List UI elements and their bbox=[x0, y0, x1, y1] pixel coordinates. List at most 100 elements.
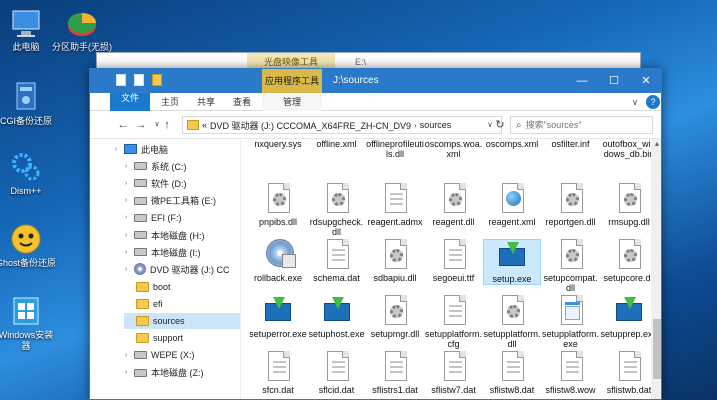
address-path[interactable]: « DVD 驱动器 (J:) CCCOMA_X64FRE_ZH-CN_DV9 ›… bbox=[182, 116, 502, 134]
new-folder-icon[interactable] bbox=[152, 74, 162, 86]
back-button[interactable]: ← bbox=[116, 117, 130, 133]
expand-chevron-icon[interactable]: › bbox=[122, 232, 130, 239]
nav-item[interactable]: › WEPE (X:) bbox=[122, 347, 240, 363]
nav-item[interactable]: boot bbox=[124, 279, 240, 295]
nav-item[interactable]: › EFI (F:) bbox=[122, 210, 240, 226]
file-item[interactable]: outofbox_windows_db.bin bbox=[600, 139, 658, 159]
expand-chevron-icon[interactable]: › bbox=[122, 369, 130, 376]
file-item[interactable]: setupcore.dll bbox=[600, 239, 658, 283]
nav-item[interactable]: › 微PE工具箱 (E:) bbox=[122, 193, 240, 209]
nav-item[interactable]: › 软件 (D:) bbox=[122, 175, 240, 191]
breadcrumb-overflow[interactable]: « bbox=[202, 120, 207, 130]
settings-file-icon bbox=[558, 183, 584, 215]
file-item[interactable]: reagent.admx bbox=[366, 183, 424, 227]
nav-item-label: boot bbox=[153, 281, 171, 292]
nav-item[interactable]: › 本地磁盘 (I:) bbox=[122, 244, 240, 260]
file-item[interactable]: offlineprofileutils.dll bbox=[366, 139, 424, 159]
file-item[interactable]: reagent.xml bbox=[483, 183, 541, 227]
file-item[interactable]: sflistw8.wow bbox=[542, 351, 600, 395]
desktop-icon[interactable]: Ghost备份还原 bbox=[0, 222, 56, 269]
file-item[interactable]: sflistw7.dat bbox=[425, 351, 483, 395]
file-item[interactable]: rmsupg.dll bbox=[600, 183, 658, 227]
file-item[interactable]: sflistrs1.dat bbox=[366, 351, 424, 395]
expand-chevron-icon[interactable]: › bbox=[122, 266, 130, 273]
file-item[interactable]: schema.dat bbox=[308, 239, 366, 283]
maximize-button[interactable]: ☐ bbox=[599, 69, 629, 93]
search-input[interactable] bbox=[525, 120, 646, 130]
tab-view[interactable]: 查看 bbox=[226, 93, 258, 111]
desktop-icon[interactable]: Dism++ bbox=[0, 150, 56, 197]
desktop-icon[interactable]: Windows安装器 bbox=[0, 294, 56, 352]
file-item[interactable]: nxquery.sys bbox=[249, 139, 307, 149]
expand-chevron-icon[interactable]: › bbox=[112, 146, 120, 153]
file-item[interactable]: offline.xml bbox=[308, 139, 366, 149]
expand-chevron-icon[interactable]: › bbox=[122, 352, 130, 359]
nav-item[interactable]: › 本地磁盘 (Z:) bbox=[122, 365, 240, 381]
up-button[interactable]: ↑ bbox=[160, 117, 174, 133]
nav-item[interactable]: efi bbox=[124, 296, 240, 312]
tab-manage[interactable]: 管理 bbox=[262, 93, 322, 111]
scroll-thumb[interactable] bbox=[653, 319, 661, 379]
file-item[interactable]: setup.exe bbox=[483, 239, 541, 285]
file-item[interactable]: sdbapiu.dll bbox=[366, 239, 424, 283]
file-item[interactable]: reagent.dll bbox=[425, 183, 483, 227]
nav-item[interactable]: › 此电脑 bbox=[112, 141, 240, 157]
file-item[interactable]: reportgen.dll bbox=[542, 183, 600, 227]
nav-item[interactable]: › 本地磁盘 (H:) bbox=[122, 227, 240, 243]
nav-item[interactable]: support bbox=[124, 330, 240, 346]
file-item[interactable]: setuperror.exe bbox=[249, 295, 307, 339]
new-file-icon[interactable] bbox=[134, 74, 144, 86]
file-item[interactable]: setupprep.exe bbox=[600, 295, 658, 339]
desktop-icon[interactable]: 分区助手(无损) bbox=[52, 6, 112, 53]
xml-globe-icon bbox=[499, 183, 525, 215]
minimize-button[interactable]: — bbox=[567, 69, 597, 93]
application-tools-tab[interactable]: 应用程序工具 bbox=[262, 69, 322, 93]
file-item[interactable]: segoeui.ttf bbox=[425, 239, 483, 283]
nav-item[interactable]: sources bbox=[124, 313, 240, 329]
tab-share[interactable]: 共享 bbox=[190, 93, 222, 111]
vertical-scrollbar[interactable]: ▲ bbox=[651, 139, 661, 399]
help-icon[interactable]: ? bbox=[646, 95, 660, 109]
desktop-icon[interactable]: CGI备份还原 bbox=[0, 80, 56, 127]
file-item[interactable]: setupplatform.exe bbox=[542, 295, 600, 349]
expand-chevron-icon[interactable]: › bbox=[122, 163, 130, 170]
file-item[interactable]: oscomps.woa.xml bbox=[425, 139, 483, 159]
forward-button[interactable]: → bbox=[134, 117, 148, 133]
file-item[interactable]: pnpibs.dll bbox=[249, 183, 307, 227]
file-item[interactable]: setupmgr.dll bbox=[366, 295, 424, 339]
nav-item[interactable]: › DVD 驱动器 (J:) CC bbox=[122, 261, 240, 277]
file-item[interactable]: sflistw8.dat bbox=[483, 351, 541, 395]
file-item[interactable]: setuphost.exe bbox=[308, 295, 366, 339]
file-item[interactable]: osfilter.inf bbox=[542, 139, 600, 149]
file-item[interactable]: rollback.exe bbox=[249, 239, 307, 283]
file-item[interactable]: oscomps.xml bbox=[483, 139, 541, 149]
breadcrumb-sources[interactable]: sources bbox=[420, 120, 452, 130]
expand-chevron-icon[interactable]: › bbox=[122, 197, 130, 204]
file-item[interactable]: sfcn.dat bbox=[249, 351, 307, 395]
file-item[interactable]: sflistwb.dat bbox=[600, 351, 658, 395]
scroll-up-icon[interactable]: ▲ bbox=[651, 139, 661, 151]
properties-icon[interactable] bbox=[116, 74, 126, 86]
document-icon bbox=[324, 351, 350, 383]
expand-ribbon-icon[interactable]: ∨ bbox=[628, 95, 642, 109]
tab-home[interactable]: 主页 bbox=[154, 93, 186, 111]
expand-chevron-icon[interactable]: › bbox=[122, 180, 130, 187]
breadcrumb-dvd-drive[interactable]: DVD 驱动器 (J:) CCCOMA_X64FRE_ZH-CN_DV9 bbox=[210, 119, 411, 132]
nav-item-label: 此电脑 bbox=[141, 144, 169, 155]
file-item[interactable]: sflcid.dat bbox=[308, 351, 366, 395]
nav-item[interactable]: › 系统 (C:) bbox=[122, 158, 240, 174]
expand-chevron-icon[interactable]: › bbox=[122, 214, 130, 221]
file-item[interactable]: rdsupgcheck.dll bbox=[308, 183, 366, 237]
search-box[interactable]: ⌕ bbox=[510, 116, 653, 134]
breadcrumb-separator[interactable]: › bbox=[414, 121, 417, 130]
setup-icon bbox=[323, 295, 350, 327]
expand-chevron-icon[interactable]: › bbox=[122, 249, 130, 256]
file-item[interactable]: setupplatform.dll bbox=[483, 295, 541, 349]
desktop-icon[interactable]: 此电脑 bbox=[0, 6, 56, 53]
title-bar[interactable]: 应用程序工具 J:\sources — ☐ ✕ bbox=[90, 69, 661, 93]
file-item[interactable]: setupcompat.dll bbox=[542, 239, 600, 293]
refresh-button[interactable]: ↻ bbox=[492, 116, 508, 134]
close-button[interactable]: ✕ bbox=[631, 69, 661, 93]
file-item[interactable]: setupplatform.cfg bbox=[425, 295, 483, 349]
tab-file[interactable]: 文件 bbox=[110, 93, 150, 111]
